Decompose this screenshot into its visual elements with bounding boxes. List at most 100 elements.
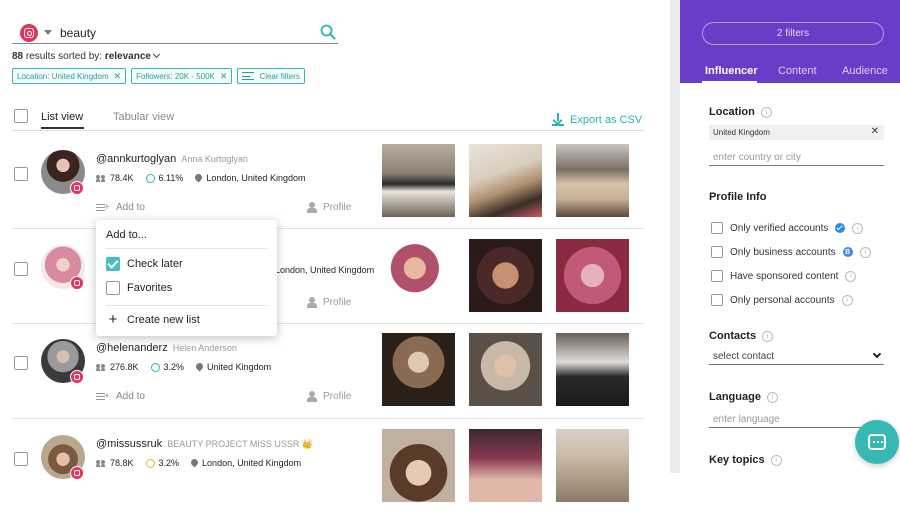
select-all-checkbox[interactable] [14,109,28,123]
export-csv-button[interactable]: Export as CSV [552,113,642,126]
post-thumbnail[interactable] [556,429,629,502]
clear-filter-icon [242,72,255,80]
info-icon[interactable]: i [770,454,782,466]
clear-filters-button[interactable]: Clear filters [237,68,305,84]
add-to-list-menu: Add to... Check later Favorites + Create … [96,220,277,336]
chevron-down-icon[interactable] [152,50,161,59]
active-tab-indicator [41,127,84,129]
person-icon [307,297,317,308]
sort-dropdown[interactable]: relevance [105,51,151,62]
engagement-rate: 6.11% [158,173,184,183]
post-thumbnail[interactable] [469,144,542,217]
close-icon[interactable]: ✕ [220,71,228,82]
menu-divider [106,305,267,306]
platform-dropdown-caret-icon[interactable] [44,30,52,35]
checkbox-icon[interactable] [106,281,120,295]
info-icon[interactable]: i [859,246,871,258]
close-icon[interactable]: ✕ [871,126,879,137]
influencer-handle[interactable]: @annkurtoglyan Anna Kurtoglyan [96,153,248,165]
add-to-button[interactable]: Add to [96,202,145,213]
post-thumbnail[interactable] [556,144,629,217]
business-accounts-option[interactable]: Only business accounts Bi [711,246,871,258]
location-input[interactable]: enter country or city [709,146,884,166]
post-thumbnail[interactable] [469,239,542,312]
person-icon [307,391,317,402]
info-icon[interactable]: i [766,391,778,403]
tab-influencer[interactable]: Influencer [705,65,758,77]
followers-icon [96,363,106,371]
chat-button[interactable] [855,420,899,464]
verified-accounts-option[interactable]: Only verified accounts i [711,222,864,234]
sponsored-content-option[interactable]: Have sponsored content i [711,270,857,282]
filters-count-button[interactable]: 2 filters [702,22,884,45]
info-icon[interactable]: i [845,270,857,282]
search-bar[interactable]: beauty [12,22,338,44]
plus-icon: + [108,311,118,328]
personal-accounts-option[interactable]: Only personal accounts i [711,294,853,306]
followers-count: 78.4K [110,173,134,183]
influencer-location: London, United Kingdom [202,458,302,468]
sidebar-header: 2 filters Influencer Content Audience [680,0,900,83]
verified-icon [835,223,846,233]
row-checkbox[interactable] [14,356,28,370]
influencer-handle[interactable]: @missussruk BEAUTY PROJECT MISS USSR 👑 [96,438,313,450]
language-input[interactable]: enter language [709,408,884,428]
post-thumbnail[interactable] [469,333,542,406]
instagram-icon[interactable] [20,24,38,42]
influencer-stats: 78.4K 6.11% London, United Kingdom [96,173,305,183]
profile-button[interactable]: Profile [307,391,351,402]
info-icon[interactable]: i [762,330,774,342]
post-thumbnail[interactable] [556,333,629,406]
checkbox-icon[interactable] [711,246,723,258]
info-icon[interactable]: i [852,222,864,234]
engagement-icon [145,173,155,183]
search-icon[interactable] [320,24,336,40]
row-divider [12,418,644,419]
key-topics-heading: Key topics i [709,454,782,466]
close-icon[interactable]: ✕ [114,71,122,82]
filter-chip-followers[interactable]: Followers: 20K - 500K ✕ [131,68,233,84]
filter-chip-location[interactable]: Location: United Kingdom ✕ [12,68,127,84]
search-input[interactable]: beauty [60,26,96,40]
influencer-name: Anna Kurtoglyan [181,154,248,164]
add-to-button[interactable]: Add to [96,391,145,402]
influencer-handle[interactable]: @helenanderz Helen Anderson [96,342,237,354]
filter-sidebar: 2 filters Influencer Content Audience Lo… [680,0,900,473]
info-icon[interactable]: i [841,294,853,306]
location-pin-icon [196,363,203,372]
profile-button[interactable]: Profile [307,297,351,308]
menu-item-favorites[interactable]: Favorites [106,281,172,295]
info-icon[interactable]: i [760,106,772,118]
profile-button[interactable]: Profile [307,202,351,213]
checkbox-checked-icon[interactable] [106,257,120,271]
row-checkbox[interactable] [14,262,28,276]
post-thumbnail[interactable] [382,144,455,217]
post-thumbnail[interactable] [382,333,455,406]
row-checkbox[interactable] [14,452,28,466]
instagram-icon [70,466,84,480]
row-checkbox[interactable] [14,167,28,181]
menu-item-check-later[interactable]: Check later [106,257,183,271]
post-thumbnail[interactable] [382,239,455,312]
chevron-down-icon[interactable] [872,349,882,359]
influencer-stats: London, United Kingdom [275,265,374,275]
engagement-icon [150,362,160,372]
post-thumbnail[interactable] [469,429,542,502]
location-chip[interactable]: United Kingdom ✕ [709,125,884,140]
checkbox-icon[interactable] [711,222,723,234]
download-icon [552,113,564,126]
checkbox-icon[interactable] [711,294,723,306]
profile-info-heading: Profile Info [709,191,767,203]
post-thumbnail[interactable] [382,429,455,502]
tab-list-view[interactable]: List view [41,111,83,123]
tab-tabular-view[interactable]: Tabular view [113,111,174,123]
tab-content[interactable]: Content [778,65,817,77]
post-thumbnail[interactable] [556,239,629,312]
create-new-list-button[interactable]: + Create new list [106,311,200,328]
tab-audience[interactable]: Audience [842,65,888,77]
active-tab-indicator [702,81,757,83]
influencer-row: @helenanderz Helen Anderson 276.8K 3.2% … [0,333,660,429]
influencer-name: BEAUTY PROJECT MISS USSR 👑 [167,439,314,449]
contacts-select[interactable]: select contact [709,345,884,365]
checkbox-icon[interactable] [711,270,723,282]
